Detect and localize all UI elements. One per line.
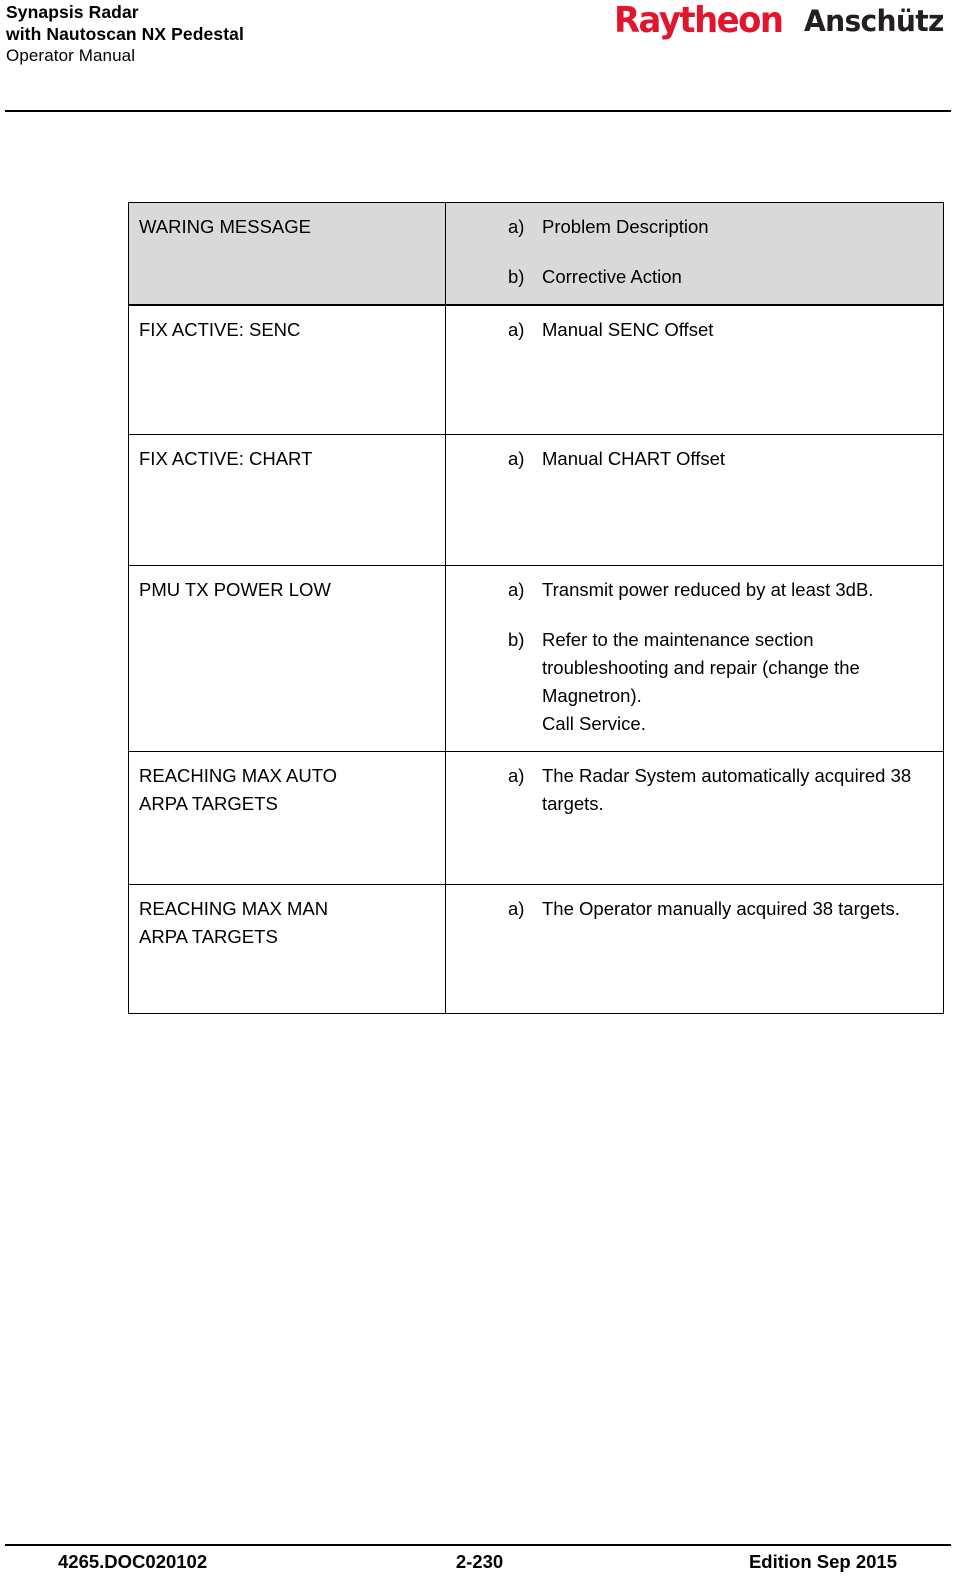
detail-item-marker: a) (508, 765, 525, 786)
detail-item-text: The Operator manually acquired 38 target… (542, 895, 935, 923)
table-header-cell-detail: a) Problem Description b) Corrective Action (445, 202, 944, 306)
detail-item-text-line: Transmit power reduced by at least 3dB. (542, 579, 874, 600)
detail-item-marker: b) (508, 266, 525, 287)
warning-message-line: ARPA TARGETS (139, 926, 278, 947)
detail-item-text-line: Manual CHART Offset (542, 448, 726, 469)
cell-warning-message: REACHING MAX MAN ARPA TARGETS (128, 884, 446, 1014)
table-row: FIX ACTIVE: CHART a) Manual CHART Offset (128, 434, 944, 566)
detail-item-marker: a) (508, 579, 525, 600)
cell-problem-detail: a) Manual CHART Offset (445, 434, 944, 566)
header-divider (5, 110, 951, 112)
detail-item: a) Manual CHART Offset (446, 445, 935, 473)
raytheon-anschutz-logo: Raytheon Anschütz (614, 3, 948, 43)
detail-item-marker: a) (508, 448, 525, 469)
table-row: FIX ACTIVE: SENC a) Manual SENC Offset (128, 304, 944, 435)
document-title-line-2: with Nautoscan NX Pedestal (6, 23, 244, 44)
warning-message-table: WARING MESSAGE a) Problem Description b) Cor… (128, 202, 944, 1014)
cell-problem-detail: a) The Operator manually acquired 38 targ… (445, 884, 944, 1014)
document-title-line-1: Synapsis Radar (6, 2, 139, 22)
warning-message-line: REACHING MAX AUTO (139, 765, 338, 786)
cell-warning-message: PMU TX POWER LOW (128, 565, 446, 752)
detail-item: a) The Operator manually acquired 38 targ… (446, 895, 935, 923)
detail-item-text: Corrective Action (542, 266, 682, 287)
detail-item-marker: a) (508, 216, 525, 237)
detail-item: a) The Radar System automatically acquire… (446, 762, 935, 818)
detail-item-marker: b) (508, 629, 525, 650)
detail-item: a) Problem Description (446, 213, 935, 241)
detail-item-marker: a) (508, 898, 525, 919)
detail-item: a) Transmit power reduced by at least 3dB… (446, 576, 935, 604)
detail-item-text-line: The Radar System automatically acquired … (542, 765, 912, 814)
document-title: Synapsis Radar with Nautoscan NX Pedesta… (6, 2, 566, 67)
detail-item-text: Manual CHART Offset (542, 445, 935, 473)
warning-table-body: WARING MESSAGE a) Problem Description b) Cor… (128, 202, 944, 1014)
warning-message-line: PMU TX POWER LOW (139, 579, 331, 600)
raytheon-wordmark: Raytheon (613, 0, 784, 41)
table-header-message-label: WARING MESSAGE (139, 216, 312, 237)
cell-warning-message: FIX ACTIVE: SENC (128, 304, 446, 435)
warning-message-line: REACHING MAX MAN (139, 898, 329, 919)
cell-problem-detail: a) The Radar System automatically acquire… (445, 751, 944, 885)
cell-warning-message: FIX ACTIVE: CHART (128, 434, 446, 566)
anschutz-wordmark: Anschütz (804, 4, 944, 38)
document-title-line-3: Operator Manual (6, 46, 136, 65)
footer-edition: Edition Sep 2015 (748, 1551, 897, 1572)
detail-item-text: Manual SENC Offset (542, 316, 935, 344)
detail-item-text-line: Refer to the maintenance section trouble… (542, 629, 860, 706)
cell-warning-message: REACHING MAX AUTO ARPA TARGETS (128, 751, 446, 885)
cell-problem-detail: a) Manual SENC Offset (445, 304, 944, 435)
detail-item: b) Corrective Action (446, 263, 935, 291)
page-header: Synapsis Radar with Nautoscan NX Pedesta… (0, 0, 959, 118)
detail-item-text: Refer to the maintenance section trouble… (542, 626, 935, 738)
detail-item-text: Problem Description (542, 216, 709, 237)
detail-item: a) Manual SENC Offset (446, 316, 935, 344)
cell-problem-detail: a) Transmit power reduced by at least 3dB… (445, 565, 944, 752)
warning-message-line: FIX ACTIVE: SENC (139, 319, 301, 340)
detail-item-text-line: Manual SENC Offset (542, 319, 714, 340)
detail-item-text-line: The Operator manually acquired 38 target… (542, 898, 900, 919)
detail-item: b) Refer to the maintenance section troub… (446, 626, 935, 738)
table-row: REACHING MAX MAN ARPA TARGETS a) The Operat… (128, 884, 944, 1014)
table-row: REACHING MAX AUTO ARPA TARGETS a) The Radar… (128, 751, 944, 885)
detail-item-text: The Radar System automatically acquired … (542, 762, 935, 818)
table-header-row: WARING MESSAGE a) Problem Description b) Cor… (128, 202, 944, 306)
table-header-cell-message: WARING MESSAGE (128, 202, 446, 306)
table-row: PMU TX POWER LOW a) Transmit power reduced… (128, 565, 944, 752)
page-footer: 4265.DOC020102 2-230 Edition Sep 2015 (0, 1551, 959, 1585)
footer-divider (5, 1544, 951, 1546)
detail-item-marker: a) (508, 319, 525, 340)
detail-item-text: Transmit power reduced by at least 3dB. (542, 576, 935, 604)
detail-item-text-line: Call Service. (542, 713, 646, 734)
warning-message-line: ARPA TARGETS (139, 793, 278, 814)
warning-message-line: FIX ACTIVE: CHART (139, 448, 313, 469)
